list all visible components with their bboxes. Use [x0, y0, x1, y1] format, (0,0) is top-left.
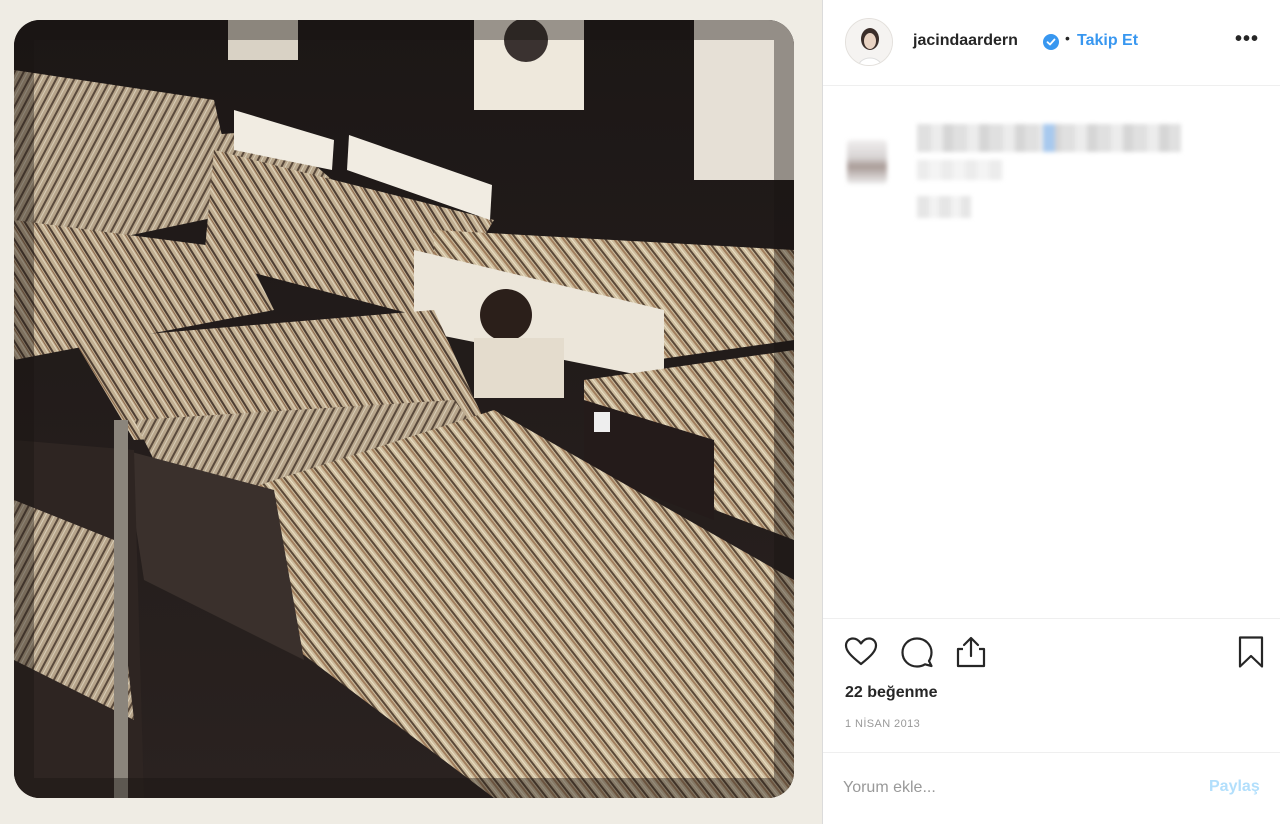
- likes-count[interactable]: 22 beğenme: [845, 684, 938, 702]
- actions-divider: [823, 618, 1280, 619]
- heart-icon[interactable]: [843, 634, 879, 670]
- follow-button[interactable]: Takip Et: [1077, 32, 1138, 50]
- share-icon[interactable]: [953, 634, 989, 670]
- caption-meta-blurred: [917, 160, 1003, 180]
- likes-suffix: beğenme: [867, 684, 938, 701]
- caption-text-blurred: [917, 124, 1181, 152]
- comment-input[interactable]: [843, 770, 1183, 806]
- avatar[interactable]: [845, 18, 893, 66]
- post-side-panel: jacindaardern • Takip Et ••• 22 beğenme …: [823, 0, 1280, 824]
- header-separator: •: [1065, 30, 1070, 46]
- verified-badge-icon: [1043, 34, 1059, 50]
- post-header: jacindaardern • Takip Et •••: [823, 0, 1280, 86]
- likes-number: 22: [845, 684, 863, 701]
- caption-avatar-blurred: [847, 140, 887, 184]
- comment-divider: [823, 752, 1280, 753]
- post-photo[interactable]: [14, 20, 794, 798]
- username-link[interactable]: jacindaardern: [913, 32, 1018, 50]
- media-pane: [0, 0, 822, 824]
- bookmark-icon[interactable]: [1233, 634, 1269, 670]
- more-options-icon[interactable]: •••: [1235, 28, 1259, 51]
- comment-icon[interactable]: [899, 634, 935, 670]
- post-date: 1 NİSAN 2013: [845, 718, 921, 730]
- caption-time-blurred: [917, 196, 971, 218]
- post-comment-button[interactable]: Paylaş: [1209, 778, 1260, 796]
- record-crates-photo: [14, 20, 794, 798]
